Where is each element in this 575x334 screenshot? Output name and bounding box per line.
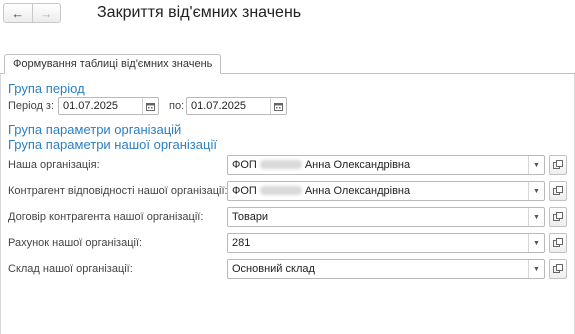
our-organization-field[interactable]: ФОП Анна Олександрівна ▼ xyxy=(227,155,545,175)
org-params-group-title: Група параметри організацій xyxy=(8,122,182,137)
account-value: 281 xyxy=(232,237,251,249)
period-from-field[interactable]: 01.07.2025 xyxy=(58,97,159,115)
period-to-value: 01.07.2025 xyxy=(191,100,247,112)
counterparty-field[interactable]: ФОП Анна Олександрівна ▼ xyxy=(227,181,545,201)
open-contract-button[interactable] xyxy=(549,207,567,227)
period-from-label: Період з: xyxy=(8,100,55,112)
open-warehouse-button[interactable] xyxy=(549,259,567,279)
arrow-right-icon: → xyxy=(39,5,53,21)
chevron-down-icon[interactable]: ▼ xyxy=(528,208,544,226)
calendar-button[interactable] xyxy=(270,98,286,114)
account-field[interactable]: 281 ▼ xyxy=(227,233,545,253)
back-button[interactable]: ← xyxy=(4,4,32,22)
account-label: Рахунок нашої організації: xyxy=(8,237,143,249)
warehouse-field[interactable]: Основний склад ▼ xyxy=(227,259,545,279)
navigation-buttons: ← → xyxy=(3,3,61,23)
our-organization-label: Наша організація: xyxy=(8,159,100,171)
chevron-down-icon[interactable]: ▼ xyxy=(528,182,544,200)
redacted-surname xyxy=(259,160,302,169)
period-from-value: 01.07.2025 xyxy=(63,100,119,112)
calendar-icon xyxy=(146,102,155,111)
contract-field[interactable]: Товари ▼ xyxy=(227,207,545,227)
chevron-down-icon[interactable]: ▼ xyxy=(528,260,544,278)
calendar-button[interactable] xyxy=(142,98,158,114)
open-form-icon xyxy=(553,238,563,247)
warehouse-value: Основний склад xyxy=(232,263,315,275)
open-counterparty-button[interactable] xyxy=(549,181,567,201)
contract-label: Договір контрагента нашої організації: xyxy=(8,211,204,223)
our-organization-value: ФОП Анна Олександрівна xyxy=(232,159,411,171)
chevron-down-icon[interactable]: ▼ xyxy=(528,234,544,252)
period-to-label: по: xyxy=(169,100,185,112)
counterparty-value: ФОП Анна Олександрівна xyxy=(232,185,411,197)
chevron-down-icon[interactable]: ▼ xyxy=(528,156,544,174)
warehouse-label: Склад нашої організації: xyxy=(8,263,133,275)
contract-value: Товари xyxy=(232,211,269,223)
open-form-icon xyxy=(553,212,563,221)
window-title: Закриття від'ємних значень xyxy=(97,4,302,21)
tab-negative-values-table[interactable]: Формування таблиці від'ємних значень xyxy=(4,54,222,74)
open-account-button[interactable] xyxy=(549,233,567,253)
calendar-icon xyxy=(274,102,283,111)
period-group-title: Група період xyxy=(8,81,85,96)
counterparty-label: Контрагент відповідності нашої організац… xyxy=(8,185,228,197)
open-form-icon xyxy=(553,264,563,273)
open-form-icon xyxy=(553,160,563,169)
arrow-left-icon: ← xyxy=(11,5,25,21)
forward-button[interactable]: → xyxy=(31,4,61,22)
open-our-organization-button[interactable] xyxy=(549,155,567,175)
open-form-icon xyxy=(553,186,563,195)
period-to-field[interactable]: 01.07.2025 xyxy=(186,97,287,115)
redacted-surname xyxy=(259,186,302,195)
our-org-group-title: Група параметри нашої організації xyxy=(8,137,217,152)
